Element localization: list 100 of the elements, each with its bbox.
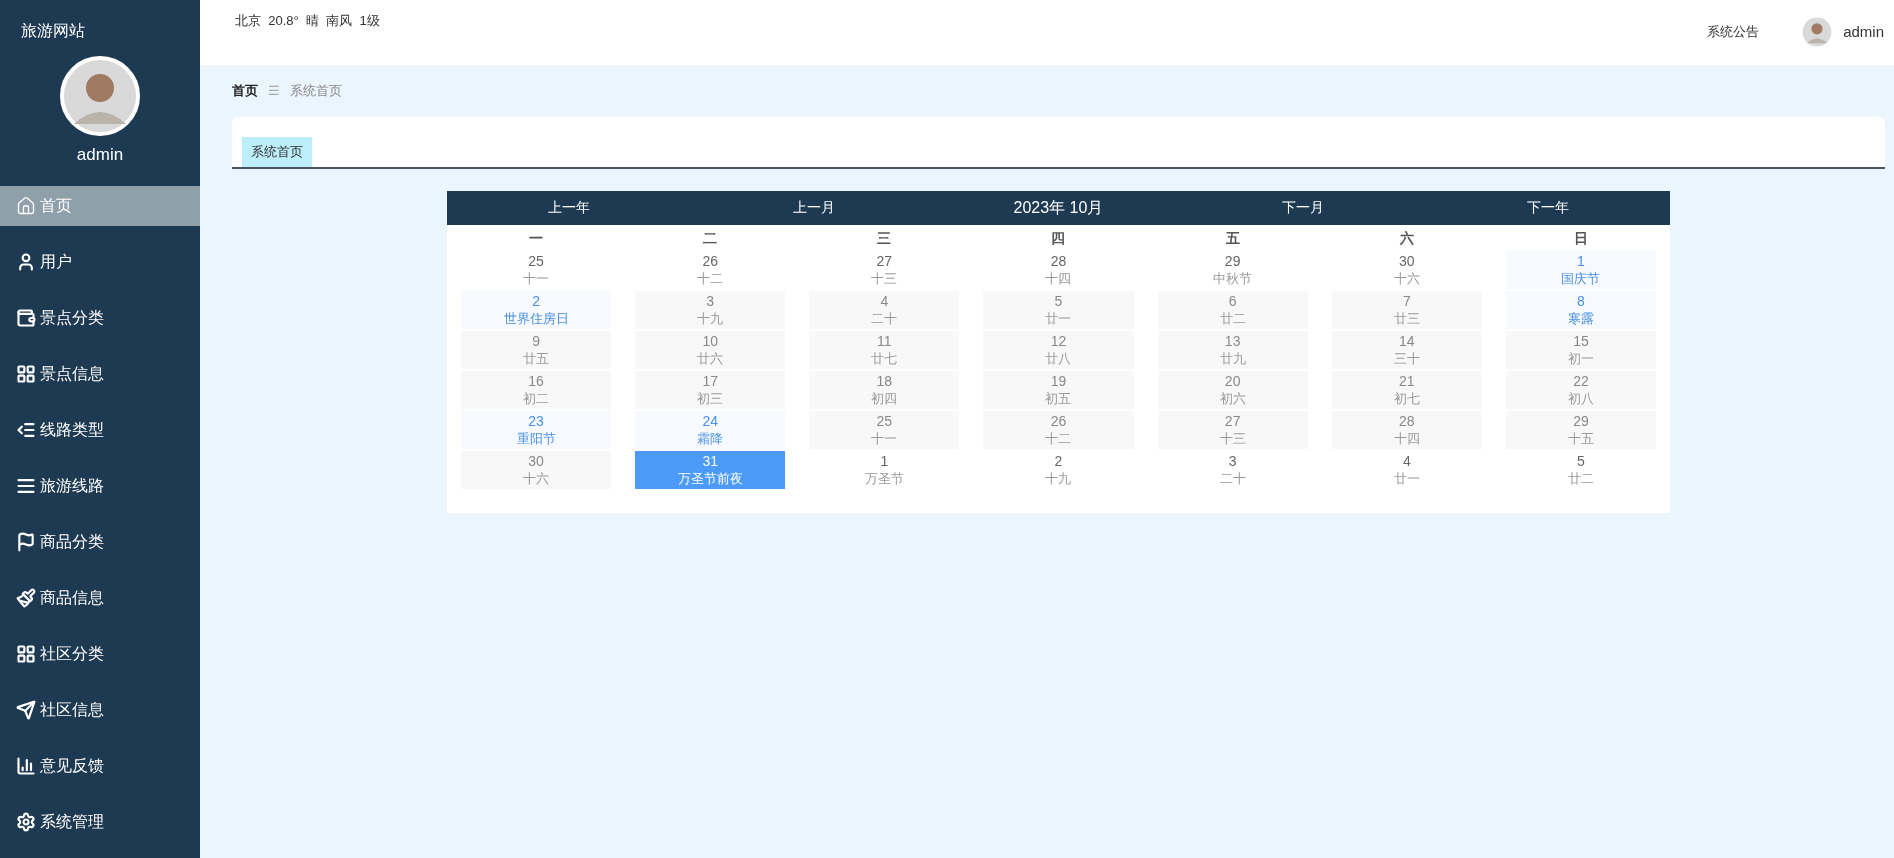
day-cell[interactable]: 28 十四: [1331, 410, 1482, 449]
day-number: 30: [528, 452, 544, 470]
user-icon: [16, 252, 36, 272]
day-cell[interactable]: 20 初六: [1157, 370, 1308, 409]
day-cell[interactable]: 10 廿六: [635, 330, 786, 369]
day-cell[interactable]: 27 十三: [1157, 410, 1308, 449]
day-number: 21: [1399, 372, 1415, 390]
day-cell[interactable]: 3 二十: [1157, 450, 1308, 489]
sidebar-item[interactable]: 线路类型: [0, 410, 200, 450]
day-cell[interactable]: 28 十四: [983, 250, 1134, 289]
day-cell[interactable]: 23 重阳节: [461, 410, 612, 449]
day-cell[interactable]: 22 初八: [1505, 370, 1656, 409]
lunar-text: 国庆节: [1561, 269, 1601, 287]
day-number: 29: [1573, 412, 1589, 430]
day-number: 2: [532, 292, 540, 310]
sidebar-item[interactable]: 旅游线路: [0, 466, 200, 506]
day-cell[interactable]: 18 初四: [809, 370, 960, 409]
sidebar-item[interactable]: 景点分类: [0, 298, 200, 338]
sidebar-item[interactable]: 社区分类: [0, 634, 200, 674]
day-cell[interactable]: 8 寒露: [1505, 290, 1656, 329]
day-number: 25: [528, 252, 544, 270]
lunar-text: 廿三: [1393, 309, 1420, 327]
day-number: 7: [1402, 292, 1411, 310]
day-cell[interactable]: 16 初二: [461, 370, 612, 409]
flag-icon: [16, 532, 36, 552]
weekday-label: 一: [528, 228, 545, 248]
day-cell[interactable]: 31 万圣节前夜: [635, 450, 786, 489]
gear-icon: [16, 812, 36, 832]
weather-text: 北京 20.8° 晴 南风 1级: [235, 12, 380, 30]
weekday-label: 二: [702, 228, 719, 248]
day-cell[interactable]: 4 二十: [809, 290, 960, 329]
day-number: 6: [1228, 292, 1237, 310]
user-name[interactable]: admin: [1843, 20, 1884, 44]
lunar-text: 三十: [1393, 349, 1420, 367]
weekday-label: 五: [1224, 228, 1241, 248]
day-number: 11: [877, 332, 892, 350]
day-cell[interactable]: 24 霜降: [635, 410, 786, 449]
lunar-text: 廿二: [1567, 469, 1594, 487]
sidebar-item[interactable]: 首页: [0, 186, 200, 226]
day-number: 20: [1224, 372, 1241, 390]
day-number: 23: [528, 412, 544, 430]
lunar-text: 初八: [1567, 389, 1594, 407]
day-cell[interactable]: 13 廿九: [1157, 330, 1308, 369]
grid-icon: [16, 364, 36, 384]
sidebar-item[interactable]: 意见反馈: [0, 746, 200, 786]
day-cell[interactable]: 2 十九: [983, 450, 1134, 489]
sidebar-item[interactable]: 系统管理: [0, 802, 200, 842]
sidebar-item[interactable]: 景点信息: [0, 354, 200, 394]
day-cell[interactable]: 1 万圣节: [809, 450, 960, 489]
day-cell[interactable]: 17 初三: [635, 370, 786, 409]
day-cell[interactable]: 29 十五: [1505, 410, 1656, 449]
grid-icon: [16, 644, 36, 664]
day-cell[interactable]: 9 廿五: [461, 330, 612, 369]
lunar-text: 初四: [871, 389, 898, 407]
sidebar-item[interactable]: 商品信息: [0, 578, 200, 618]
day-number: 2: [1054, 452, 1063, 470]
day-cell[interactable]: 1 国庆节: [1505, 250, 1656, 289]
day-number: 27: [876, 252, 893, 270]
day-cell[interactable]: 21 初七: [1331, 370, 1482, 409]
list-icon: [16, 476, 36, 496]
day-cell[interactable]: 6 廿二: [1157, 290, 1308, 329]
wallet-icon: [16, 308, 36, 328]
nav-button[interactable]: 上一年: [548, 197, 591, 218]
day-cell[interactable]: 5 廿二: [1505, 450, 1656, 489]
day-cell[interactable]: 26 十二: [635, 250, 786, 289]
day-number: 8: [1577, 292, 1585, 310]
day-number: 13: [1224, 332, 1241, 350]
lunar-text: 十三: [871, 269, 898, 287]
day-cell[interactable]: 29 中秋节: [1157, 250, 1308, 289]
day-cell[interactable]: 3 十九: [635, 290, 786, 329]
notice-link[interactable]: 系统公告: [1707, 22, 1760, 42]
day-cell[interactable]: 2 世界住房日: [461, 290, 612, 329]
day-number: 28: [1399, 412, 1415, 430]
sidebar-item[interactable]: 社区信息: [0, 690, 200, 730]
day-cell[interactable]: 7 廿三: [1331, 290, 1482, 329]
day-number: 30: [1399, 252, 1415, 270]
day-cell[interactable]: 26 十二: [983, 410, 1134, 449]
breadcrumb-home[interactable]: 首页: [232, 81, 258, 101]
day-cell[interactable]: 27 十三: [809, 250, 960, 289]
day-cell[interactable]: 12 廿八: [983, 330, 1134, 369]
lunar-text: 初三: [697, 389, 724, 407]
day-number: 24: [702, 412, 718, 430]
day-cell[interactable]: 19 初五: [983, 370, 1134, 409]
bar-chart-icon: [16, 756, 36, 776]
day-cell[interactable]: 11 廿七: [809, 330, 960, 369]
lunar-text: 廿七: [871, 349, 898, 367]
day-number: 1: [1577, 252, 1585, 270]
day-number: 18: [876, 372, 893, 390]
day-cell[interactable]: 14 三十: [1331, 330, 1482, 369]
nav-button[interactable]: 下一月: [1282, 197, 1325, 218]
day-cell[interactable]: 30 十六: [461, 450, 612, 489]
tab[interactable]: 系统首页: [242, 136, 312, 167]
sidebar-item[interactable]: 商品分类: [0, 522, 200, 562]
weekday-label: 六: [1398, 228, 1415, 248]
nav-button[interactable]: 下一年: [1526, 197, 1569, 218]
day-number: 16: [528, 372, 544, 390]
nav-button[interactable]: 上一月: [792, 197, 835, 218]
day-cell[interactable]: 30 十六: [1331, 250, 1482, 289]
day-number: 27: [1224, 412, 1241, 430]
sidebar-item[interactable]: 用户: [0, 242, 200, 282]
